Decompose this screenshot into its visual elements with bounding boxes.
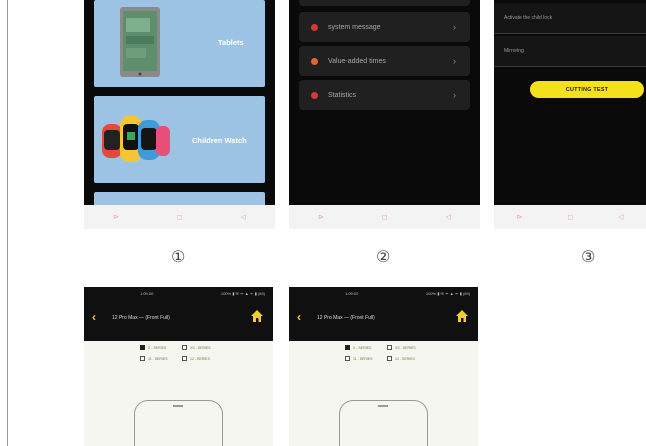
option-xs-series[interactable]: XS - SERIES — [182, 345, 211, 350]
page-title: 12 Pro Max — (Front Full) — [112, 315, 170, 321]
home-icon[interactable] — [455, 309, 469, 323]
option-x-series[interactable]: X - SERIES — [345, 345, 371, 350]
cutting-test-button[interactable]: CUTTING TEST — [530, 81, 644, 98]
option-11-series[interactable]: 11 - SERIES — [140, 356, 168, 361]
screen-2-menu: system message › Value-added times › Sta… — [289, 0, 480, 229]
menu-item-value-added-times[interactable]: Value-added times › — [299, 46, 470, 76]
tablet-icon — [120, 7, 160, 77]
step-number-1: ① — [171, 247, 186, 266]
option-label: X - SERIES — [148, 345, 167, 350]
option-label: 11 - SERIES — [353, 356, 373, 361]
message-icon — [311, 23, 318, 31]
phone-notch — [378, 405, 388, 407]
back-icon[interactable]: ‹ — [92, 310, 96, 324]
statistics-icon — [311, 91, 318, 99]
screen-4-template: 1:09:00 100% ▮ ✉ ᯤ ▲ ᯤ ▮ (89) ‹ 12 Pro M… — [84, 287, 273, 446]
android-navbar: ⊳ ◻ ◁ — [494, 205, 646, 229]
product-card-tablets[interactable]: Tablets — [94, 0, 265, 87]
nav-back-icon[interactable]: ⊳ — [318, 214, 324, 221]
product-card-children-watch[interactable]: Children Watch — [94, 96, 265, 183]
checkbox[interactable] — [387, 356, 392, 361]
option-label: XS - SERIES — [395, 345, 416, 350]
step-number-2: ② — [376, 247, 391, 266]
menu-label: Value-added times — [328, 57, 386, 65]
menu-label: system message — [328, 23, 381, 31]
status-indicators: 100% ▮ ✉ ᯤ ▲ ᯤ ▮ (89) — [220, 291, 265, 296]
status-time: 1:09:00 — [140, 291, 154, 296]
value-icon — [311, 57, 318, 65]
setting-row-child-lock[interactable]: Activate the child lock — [494, 3, 646, 34]
checkbox[interactable] — [387, 345, 392, 350]
option-label: 12 - SERIES — [395, 356, 415, 361]
nav-recent-icon[interactable]: ◁ — [618, 214, 623, 221]
option-xs-series[interactable]: XS - SERIES — [387, 345, 416, 350]
menu-item-statistics[interactable]: Statistics › — [299, 80, 470, 110]
checkbox[interactable] — [140, 356, 145, 361]
setting-label: Activate the child lock — [504, 15, 553, 21]
checkbox[interactable] — [345, 356, 350, 361]
nav-back-icon[interactable]: ⊳ — [113, 214, 119, 221]
card-label-children-watch: Children Watch — [192, 136, 247, 145]
nav-recent-icon[interactable]: ◁ — [241, 214, 246, 221]
menu-label: Statistics — [328, 91, 357, 99]
app-header: 1:09:00 100% ▮ ✉ ᯤ ▲ ᯤ ▮ (89) ‹ 12 Pro M… — [289, 287, 478, 341]
option-label: 12 - SERIES — [190, 356, 210, 361]
option-x-series[interactable]: X - SERIES — [140, 345, 166, 350]
menu-item-system-message[interactable]: system message › — [299, 12, 470, 42]
screen-3-settings: Activate the child lock Mirroring CUTTIN… — [494, 0, 646, 229]
page-title: 12 Pro Max — (Front Full) — [317, 315, 375, 321]
option-12-series[interactable]: 12 - SERIES — [182, 356, 210, 361]
chevron-right-icon: › — [453, 56, 456, 66]
setting-row-mirroring[interactable]: Mirroring — [494, 36, 646, 67]
chevron-right-icon: › — [453, 90, 456, 100]
option-label: X - SERIES — [353, 345, 372, 350]
nav-home-icon[interactable]: ◻ — [382, 214, 388, 221]
nav-home-icon[interactable]: ◻ — [567, 214, 573, 221]
checkbox-checked[interactable] — [140, 345, 145, 350]
card-label-tablets: Tablets — [218, 38, 244, 47]
option-12-series[interactable]: 12 - SERIES — [387, 356, 415, 361]
option-label: 11 - SERIES — [148, 356, 168, 361]
status-indicators: 100% ▮ ✉ ᯤ ▲ ᯤ ▮ (89) — [425, 291, 470, 296]
checkbox-checked[interactable] — [345, 345, 350, 350]
checkbox[interactable] — [182, 345, 187, 350]
setting-label: Mirroring — [504, 48, 524, 54]
android-navbar: ⊳ ◻ ◁ — [84, 205, 275, 229]
step-number-3: ③ — [581, 247, 596, 266]
phone-outline-preview — [339, 400, 428, 446]
checkbox[interactable] — [182, 356, 187, 361]
status-time: 1:09:00 — [345, 291, 359, 296]
home-icon[interactable] — [250, 309, 264, 323]
nav-recent-icon[interactable]: ◁ — [446, 214, 451, 221]
option-label: XS - SERIES — [190, 345, 211, 350]
nav-home-icon[interactable]: ◻ — [177, 214, 183, 221]
app-header: 1:09:00 100% ▮ ✉ ᯤ ▲ ᯤ ▮ (89) ‹ 12 Pro M… — [84, 287, 273, 341]
smartwatch-icon — [102, 116, 170, 162]
back-icon[interactable]: ‹ — [297, 310, 301, 324]
screen-5-template: 1:09:00 100% ▮ ✉ ᯤ ▲ ᯤ ▮ (89) ‹ 12 Pro M… — [289, 287, 478, 446]
screen-1-product-list: Tablets Children Watch ⊳ ◻ ◁ — [84, 0, 275, 229]
page-border — [7, 0, 8, 446]
chevron-right-icon: › — [453, 22, 456, 32]
menu-item-top-partial[interactable] — [299, 0, 470, 6]
phone-outline-preview — [134, 400, 223, 446]
android-navbar: ⊳ ◻ ◁ — [289, 205, 480, 229]
nav-back-icon[interactable]: ⊳ — [516, 214, 522, 221]
option-11-series[interactable]: 11 - SERIES — [345, 356, 373, 361]
phone-notch — [173, 405, 183, 407]
